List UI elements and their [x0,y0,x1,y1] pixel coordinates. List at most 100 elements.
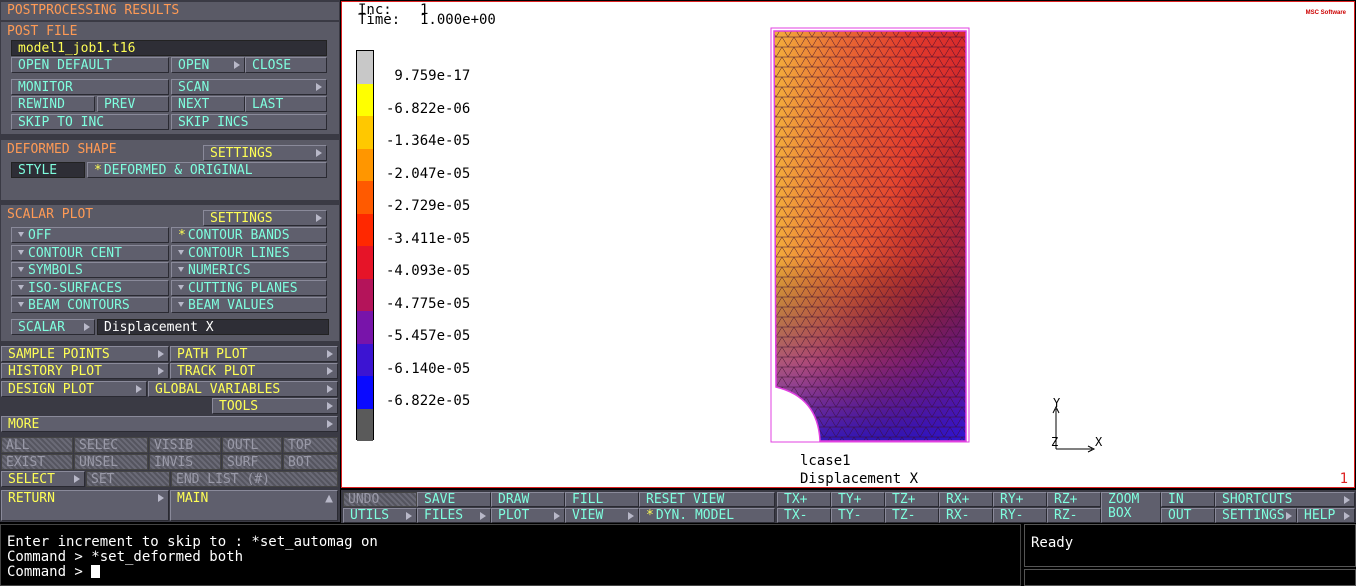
history-plot-button[interactable]: HISTORY PLOT [1,363,169,379]
rz-plus-button[interactable]: RZ+ [1047,492,1101,507]
contour-bands-radio[interactable]: * CONTOUR BANDS [171,227,327,243]
reset-view-button[interactable]: RESET VIEW [639,492,775,507]
command-input-line[interactable]: Command > [7,565,1014,580]
scalar-settings-button[interactable]: SETTINGS [203,210,327,226]
sample-points-button[interactable]: SAMPLE POINTS [1,346,169,362]
tools-button[interactable]: TOOLS [212,398,338,414]
main-button[interactable]: MAIN ▲ [170,490,338,521]
cutting-planes-radio[interactable]: CUTTING PLANES [171,280,327,296]
return-button[interactable]: RETURN [1,490,169,521]
design-plot-button[interactable]: DESIGN PLOT [1,381,147,397]
rx-plus-button[interactable]: RX+ [939,492,993,507]
settings-button[interactable]: SETTINGS [1215,508,1297,523]
ty-minus-button[interactable]: TY- [831,508,885,523]
skip-to-inc-button[interactable]: SKIP TO INC [11,114,169,130]
submenu-arrow-icon [234,61,240,69]
shortcuts-button[interactable]: SHORTCUTS [1215,492,1355,507]
selected-marker-icon: * [94,163,102,178]
select-unsel-button[interactable]: UNSEL [74,454,148,470]
select-bot-button[interactable]: BOT [283,454,338,470]
select-outl-button[interactable]: OUTL [222,437,282,453]
select-all-button[interactable]: ALL [1,437,73,453]
tz-plus-button[interactable]: TZ+ [885,492,939,507]
select-invis-button[interactable]: INVIS [149,454,221,470]
rewind-button[interactable]: REWIND [11,96,95,112]
selected-marker-icon: * [646,508,654,523]
fe-mesh-model[interactable] [770,27,972,445]
select-exist-button[interactable]: EXIST [1,454,73,470]
view-button[interactable]: VIEW [565,508,639,523]
help-button[interactable]: HELP [1297,508,1355,523]
select-surf-button[interactable]: SURF [222,454,282,470]
select-button[interactable]: SELECT [1,471,85,487]
fill-button[interactable]: FILL [565,492,639,507]
select-selec-button[interactable]: SELEC [74,437,148,453]
iso-surfaces-radio[interactable]: ISO-SURFACES [11,280,169,296]
ry-plus-button[interactable]: RY+ [993,492,1047,507]
numerics-label: NUMERICS [188,263,251,278]
select-top-button[interactable]: TOP [283,437,338,453]
prev-button[interactable]: PREV [97,96,169,112]
open-default-button[interactable]: OPEN DEFAULT [11,57,169,73]
scan-button[interactable]: SCAN [171,79,327,95]
path-plot-button[interactable]: PATH PLOT [170,346,338,362]
select-visib-button[interactable]: VISIB [149,437,221,453]
style-select[interactable]: * DEFORMED & ORIGINAL [87,162,327,178]
numerics-radio[interactable]: NUMERICS [171,262,327,278]
deformed-settings-button[interactable]: SETTINGS [203,145,327,161]
dyn-model-toggle[interactable]: * DYN. MODEL [639,508,775,523]
tx-plus-button[interactable]: TX+ [777,492,831,507]
zoom-in-label: IN [1168,492,1184,507]
legend-value: -1.364e-05 [386,133,471,149]
scalar-button[interactable]: SCALAR [11,319,95,335]
return-label: RETURN [8,491,55,506]
last-button[interactable]: LAST [245,96,327,112]
rx-minus-button[interactable]: RX- [939,508,993,523]
zoom-box-button[interactable]: ZOOM BOX [1101,492,1161,523]
next-button[interactable]: NEXT [171,96,245,112]
close-button[interactable]: CLOSE [245,57,327,73]
contour-cent-radio[interactable]: CONTOUR CENT [11,245,169,261]
ry-minus-button[interactable]: RY- [993,508,1047,523]
end-list-button[interactable]: END LIST (#) [171,471,338,487]
open-button[interactable]: OPEN [171,57,245,73]
global-variables-button[interactable]: GLOBAL VARIABLES [148,381,338,397]
draw-button[interactable]: DRAW [491,492,565,507]
beam-values-radio[interactable]: BEAM VALUES [171,297,327,313]
tz-minus-button[interactable]: TZ- [885,508,939,523]
rz-minus-button[interactable]: RZ- [1047,508,1101,523]
monitor-button[interactable]: MONITOR [11,79,169,95]
off-label: OFF [28,228,52,243]
command-console[interactable]: Enter increment to skip to : *set_automa… [0,524,1021,586]
graphics-viewport[interactable]: Inc: 1 Time: 1.000e+00 MSC Software 9.75… [341,1,1355,488]
submenu-arrow-icon [327,385,333,393]
undo-button[interactable]: UNDO [343,492,417,507]
zoom-out-button[interactable]: OUT [1161,508,1215,523]
plot-button[interactable]: PLOT [491,508,565,523]
deformed-shape-heading: DEFORMED SHAPE [7,142,117,157]
ty-plus-button[interactable]: TY+ [831,492,885,507]
set-button[interactable]: SET [86,471,170,487]
files-button[interactable]: FILES [417,508,491,523]
dyn-model-label: DYN. MODEL [655,508,735,523]
beam-contours-label: BEAM CONTOURS [28,298,130,313]
track-plot-button[interactable]: TRACK PLOT [170,363,338,379]
rewind-label: REWIND [18,97,65,112]
radio-icon [18,232,24,237]
tx-minus-button[interactable]: TX- [777,508,831,523]
skip-incs-button[interactable]: SKIP INCS [171,114,327,130]
rx-plus-label: RX+ [946,492,970,507]
zoom-in-button[interactable]: IN [1161,492,1215,507]
off-radio[interactable]: OFF [11,227,169,243]
symbols-radio[interactable]: SYMBOLS [11,262,169,278]
submenu-arrow-icon [158,367,164,375]
beam-contours-radio[interactable]: BEAM CONTOURS [11,297,169,313]
contour-lines-radio[interactable]: CONTOUR LINES [171,245,327,261]
more-button[interactable]: MORE [1,416,338,432]
radio-icon [18,250,24,255]
utils-button[interactable]: UTILS [343,508,417,523]
deformed-shape-section: DEFORMED SHAPE SETTINGS STYLE * DEFORMED … [1,140,339,200]
zoom-label: ZOOM [1108,492,1140,507]
save-button[interactable]: SAVE [417,492,491,507]
menu-title: POSTPROCESSING RESULTS [1,2,339,20]
